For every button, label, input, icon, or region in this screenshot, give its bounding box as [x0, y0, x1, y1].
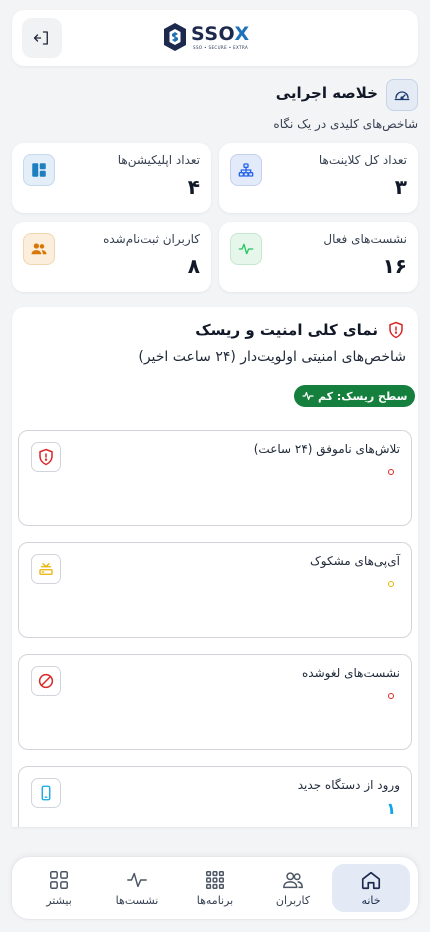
- metric-failed-attempts[interactable]: تلاش‌های ناموفق (۲۴ ساعت): [18, 430, 412, 526]
- shield-alert-icon: [386, 320, 406, 340]
- summary-subtitle: شاخص‌های کلیدی در یک نگاه: [273, 117, 418, 131]
- top-header: SSOX SSO • SECURE • EXTRA: [12, 10, 418, 66]
- metric-suspicious-ips[interactable]: آی‌پی‌های مشکوک: [18, 542, 412, 638]
- logout-icon: [33, 31, 48, 45]
- gauge-icon: [386, 79, 418, 111]
- device-icon: [31, 778, 61, 808]
- security-title: نمای کلی امنیت و ریسک: [195, 321, 378, 339]
- nav-item-home[interactable]: خانه: [332, 864, 410, 912]
- stat-label: کاربران ثبت‌نام‌شده: [103, 232, 200, 246]
- nav-item-apps[interactable]: برنامه‌ها: [176, 864, 254, 912]
- metric-label: نشست‌های لغوشده: [301, 666, 400, 680]
- apps-grid-icon: [206, 871, 224, 889]
- shield-alert-icon: [31, 442, 61, 472]
- bottom-nav: خانه کاربران برنامه‌ها نشست‌ها بیشتر: [11, 856, 419, 920]
- app-logo: SSOX SSO • SECURE • EXTRA: [163, 22, 267, 54]
- metric-label: آی‌پی‌های مشکوک: [310, 554, 400, 568]
- activity-icon: [127, 872, 147, 888]
- security-subtitle: شاخص‌های امنیتی اولویت‌دار (۲۴ ساعت اخیر…: [138, 349, 406, 365]
- stat-card-clients[interactable]: تعداد کل کلاینت‌ها ۳: [219, 143, 418, 213]
- logout-button[interactable]: [22, 18, 62, 58]
- metric-label: تلاش‌های ناموفق (۲۴ ساعت): [253, 442, 400, 456]
- metric-value: ۱: [386, 799, 396, 818]
- network-icon: [230, 154, 262, 186]
- metric-revoked-sessions[interactable]: نشست‌های لغوشده: [18, 654, 412, 750]
- metric-new-device-login[interactable]: ورود از دستگاه جدید ۱: [18, 766, 412, 827]
- server-warning-icon: [31, 554, 61, 584]
- nav-item-sessions[interactable]: نشست‌ها: [98, 864, 176, 912]
- stat-value: ۱۶: [382, 254, 407, 278]
- more-grid-icon: [50, 871, 68, 889]
- security-overview-panel: نمای کلی امنیت و ریسک شاخص‌های امنیتی او…: [12, 307, 418, 827]
- stat-label: تعداد کل کلاینت‌ها: [318, 153, 407, 167]
- nav-label: کاربران: [275, 894, 311, 907]
- stat-label: نشست‌های فعال: [323, 232, 407, 246]
- ban-icon: [31, 666, 61, 696]
- logo-tagline: SSO • SECURE • EXTRA: [193, 45, 249, 50]
- dashboard-icon: [23, 154, 55, 186]
- summary-title: خلاصه اجرایی: [275, 84, 378, 102]
- logo-mark-icon: [164, 23, 186, 51]
- nav-item-users[interactable]: کاربران: [254, 864, 332, 912]
- activity-icon: [230, 233, 262, 265]
- activity-icon: [302, 391, 314, 401]
- stat-card-users[interactable]: کاربران ثبت‌نام‌شده ۸: [12, 222, 211, 292]
- users-icon: [23, 233, 55, 265]
- status-dot: [388, 581, 394, 587]
- stat-card-apps[interactable]: تعداد اپلیکیشن‌ها ۴: [12, 143, 211, 213]
- logo-text: SSOX: [191, 23, 250, 45]
- stat-label: تعداد اپلیکیشن‌ها: [117, 153, 200, 167]
- risk-level-text: سطح ریسک: کم: [318, 389, 408, 403]
- nav-label: بیشتر: [46, 894, 72, 907]
- home-icon: [361, 871, 381, 890]
- stat-value: ۳: [394, 175, 407, 199]
- status-dot: [388, 693, 394, 699]
- metric-label: ورود از دستگاه جدید: [297, 778, 400, 792]
- users-icon: [283, 872, 303, 889]
- stat-card-sessions[interactable]: نشست‌های فعال ۱۶: [219, 222, 418, 292]
- stat-value: ۸: [187, 254, 200, 278]
- nav-item-more[interactable]: بیشتر: [20, 864, 98, 912]
- nav-label: نشست‌ها: [115, 894, 159, 907]
- risk-level-badge: سطح ریسک: کم: [294, 385, 416, 407]
- status-dot: [388, 469, 394, 475]
- nav-label: خانه: [361, 894, 381, 907]
- stat-value: ۴: [187, 175, 200, 199]
- nav-label: برنامه‌ها: [196, 894, 234, 907]
